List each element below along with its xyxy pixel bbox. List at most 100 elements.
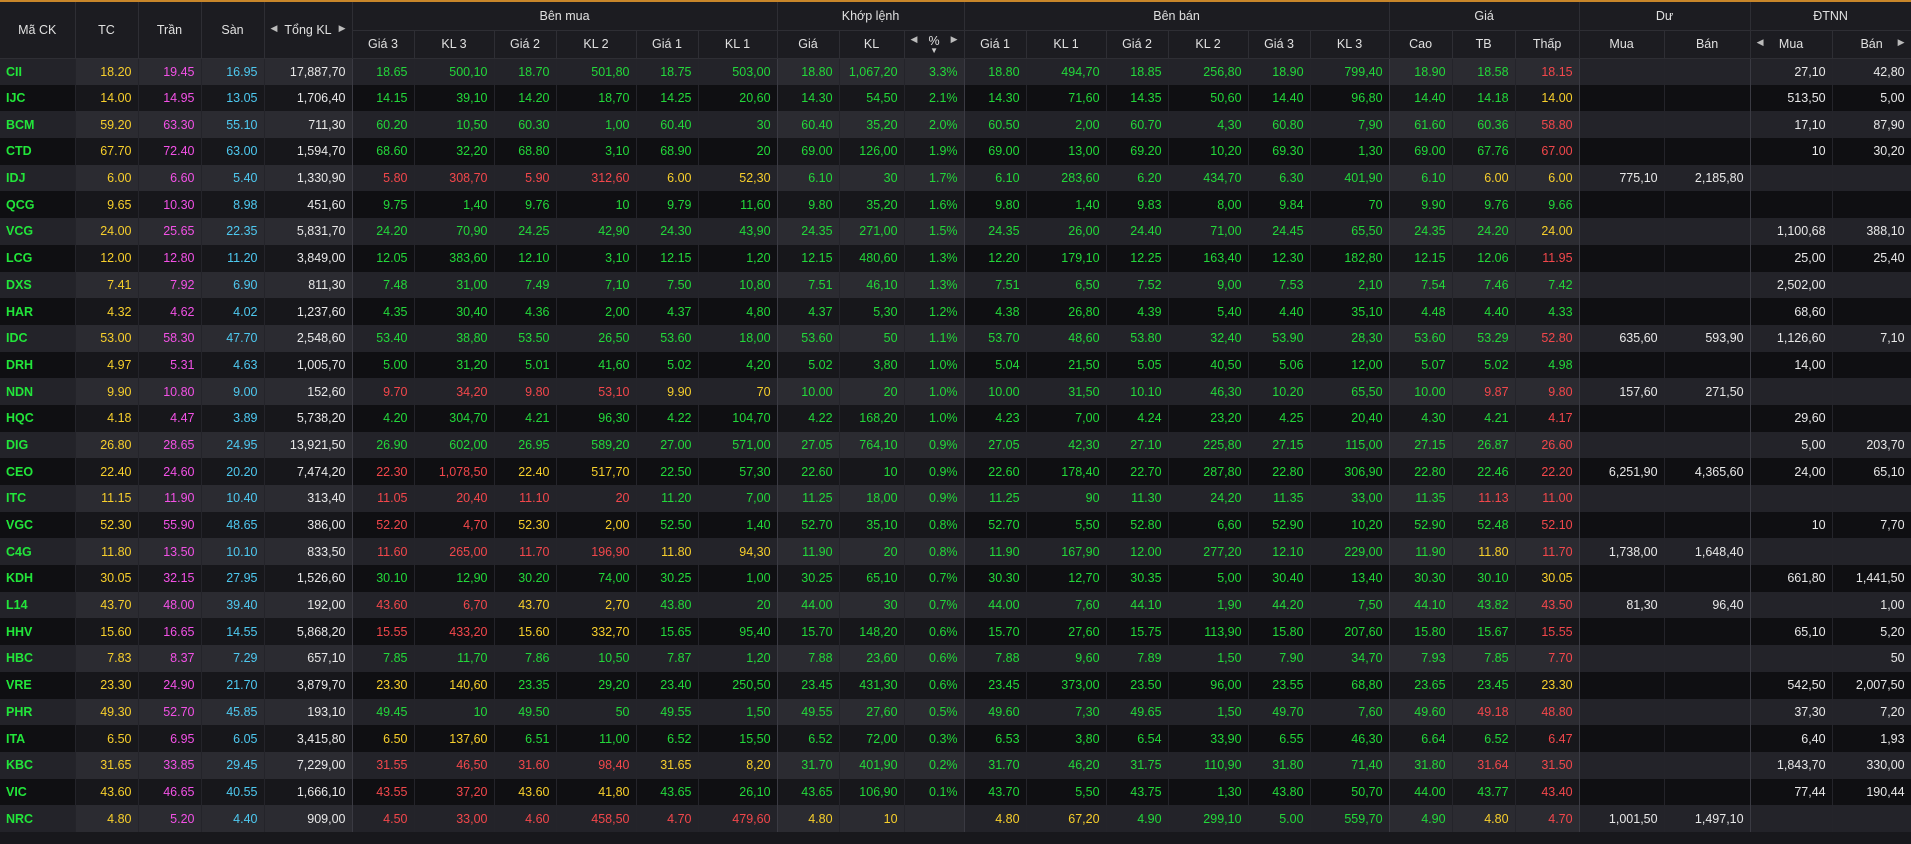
price-cell: 1.6% xyxy=(904,191,965,219)
table-row[interactable]: LCG 12.00 12.80 11.20 3,849,00 12.05 383,60 12.… xyxy=(0,244,1911,272)
price-cell xyxy=(1750,591,1833,619)
table-row[interactable]: VRE 23.30 24.90 21.70 3,879,70 23.30 140,60 23.… xyxy=(0,671,1911,699)
price-cell: 53.60 xyxy=(777,324,840,352)
header-remain-sub[interactable]: Mua xyxy=(1579,30,1665,59)
price-cell: 30,20 xyxy=(1832,138,1911,165)
header-symbol[interactable]: Mã CK xyxy=(0,2,76,59)
table-row[interactable]: C4G 11.80 13.50 10.10 833,50 11.60 265,00 11.70… xyxy=(0,538,1911,566)
header-total-vol[interactable]: ◀ Tổng KL ▶ xyxy=(264,2,353,59)
table-row[interactable]: KDH 30.05 32.15 27.95 1,526,60 30.10 12,90 30.2… xyxy=(0,565,1911,592)
price-cell: 7,60 xyxy=(1026,591,1107,619)
price-cell: 30.25 xyxy=(777,565,840,592)
table-row[interactable]: HHV 15.60 16.65 14.55 5,868,20 15.55 433,20 15.… xyxy=(0,618,1911,646)
table-row[interactable]: CEO 22.40 24.60 20.20 7,474,20 22.30 1,078,50 2… xyxy=(0,458,1911,485)
price-cell: 4.32 xyxy=(75,298,139,325)
price-cell: 10.10 xyxy=(1106,378,1169,405)
header-price-sub[interactable]: TB xyxy=(1452,30,1516,59)
chevron-right-icon[interactable]: ▶ xyxy=(339,23,346,34)
table-row[interactable]: IJC 14.00 14.95 13.05 1,706,40 14.15 39,10 14.2… xyxy=(0,84,1911,112)
header-price-sub[interactable]: Cao xyxy=(1389,30,1453,59)
table-row[interactable]: HQC 4.18 4.47 3.89 5,738,20 4.20 304,70 4.21 96,… xyxy=(0,404,1911,432)
header-bid-sub[interactable]: Giá 2 xyxy=(494,30,557,59)
header-bid-sub[interactable]: KL 3 xyxy=(414,30,495,59)
header-ask-sub[interactable]: KL 1 xyxy=(1026,30,1107,59)
table-row[interactable]: ITC 11.15 11.90 10.40 313,40 11.05 20,40 11.10 2… xyxy=(0,485,1911,512)
chevron-left-icon[interactable]: ◀ xyxy=(271,23,278,34)
price-cell: 26.87 xyxy=(1452,431,1516,459)
table-row[interactable]: HBC 7.83 8.37 7.29 657,10 7.85 11,70 7.86 10,50 7… xyxy=(0,645,1911,672)
header-remain-sub[interactable]: Bán xyxy=(1664,30,1751,59)
table-row[interactable]: VIC 43.60 46.65 40.55 1,666,10 43.55 37,20 43.6… xyxy=(0,778,1911,806)
price-cell: 4.23 xyxy=(964,404,1027,432)
price-cell: 12.25 xyxy=(1106,244,1169,272)
price-cell: 1,50 xyxy=(1168,698,1249,726)
table-row[interactable]: DIG 26.80 28.65 24.95 13,921,50 26.90 602,00 26… xyxy=(0,431,1911,459)
price-cell: 15.60 xyxy=(75,618,139,646)
header-bid-sub[interactable]: KL 1 xyxy=(698,30,778,59)
price-cell xyxy=(1579,778,1665,806)
header-bid-sub[interactable]: Giá 1 xyxy=(636,30,699,59)
chevron-left-icon[interactable]: ◀ xyxy=(911,34,918,45)
table-row[interactable]: VGC 52.30 55.90 48.65 386,00 52.20 4,70 52.30 2,… xyxy=(0,511,1911,539)
header-floor[interactable]: Sàn xyxy=(201,2,265,59)
price-cell: 68.90 xyxy=(636,138,699,165)
chevron-left-icon[interactable]: ◀ xyxy=(1757,37,1764,48)
price-cell: 4,365,60 xyxy=(1664,458,1751,485)
chevron-right-icon[interactable]: ▶ xyxy=(951,34,958,45)
header-match-sub[interactable]: Giá xyxy=(777,30,840,59)
header-ask-sub[interactable]: Giá 3 xyxy=(1248,30,1311,59)
table-row[interactable]: CII 18.20 19.45 16.95 17,887,70 18.65 500,10 18… xyxy=(0,58,1911,85)
header-foreign-group: ĐTNN xyxy=(1750,2,1911,31)
price-cell: 50,70 xyxy=(1310,778,1390,806)
price-cell: 1,001,50 xyxy=(1579,805,1665,832)
table-row[interactable]: L14 43.70 48.00 39.40 192,00 43.60 6,70 43.70 2,… xyxy=(0,591,1911,619)
header-ask-sub[interactable]: Giá 2 xyxy=(1106,30,1169,59)
table-row[interactable]: IDJ 6.00 6.60 5.40 1,330,90 5.80 308,70 5.90 312… xyxy=(0,164,1911,192)
header-foreign-sell[interactable]: Bán ▶ xyxy=(1832,30,1911,59)
header-ask-sub[interactable]: Giá 1 xyxy=(964,30,1027,59)
price-cell: 1,40 xyxy=(698,511,778,539)
price-cell: 1.3% xyxy=(904,271,965,299)
price-cell: 5,20 xyxy=(1832,618,1911,646)
price-cell xyxy=(1664,58,1751,85)
table-row[interactable]: BCM 59.20 63.30 55.10 711,30 60.20 10,50 60.30 1… xyxy=(0,111,1911,139)
table-row[interactable]: KBC 31.65 33.85 29.45 7,229,00 31.55 46,50 31.6… xyxy=(0,751,1911,779)
price-cell: 67.76 xyxy=(1452,138,1516,165)
header-ask-sub[interactable]: KL 3 xyxy=(1310,30,1390,59)
header-ask-sub[interactable]: KL 2 xyxy=(1168,30,1249,59)
header-match-sub[interactable]: KL xyxy=(839,30,905,59)
table-row[interactable]: DXS 7.41 7.92 6.90 811,30 7.48 31,00 7.49 7,10 7.… xyxy=(0,271,1911,299)
price-cell: 22.46 xyxy=(1452,458,1516,485)
price-cell: 27.00 xyxy=(636,431,699,459)
chevron-right-icon[interactable]: ▶ xyxy=(1898,37,1905,48)
header-ceiling[interactable]: Trần xyxy=(138,2,202,59)
price-cell: 30 xyxy=(698,111,778,139)
price-cell: 19.45 xyxy=(138,58,202,85)
table-row[interactable]: ITA 6.50 6.95 6.05 3,415,80 6.50 137,60 6.51 11,… xyxy=(0,725,1911,752)
price-cell: 90 xyxy=(1026,485,1107,512)
price-cell xyxy=(1664,511,1751,539)
table-row[interactable]: HAR 4.32 4.62 4.02 1,237,60 4.35 30,40 4.36 2,00… xyxy=(0,298,1911,325)
price-cell: 50 xyxy=(556,698,637,726)
table-row[interactable]: IDC 53.00 58.30 47.70 2,548,60 53.40 38,80 53.5… xyxy=(0,324,1911,352)
header-bid-sub[interactable]: Giá 3 xyxy=(352,30,415,59)
table-row[interactable]: QCG 9.65 10.30 8.98 451,60 9.75 1,40 9.76 10 9.79… xyxy=(0,191,1911,219)
header-match-percent[interactable]: ◀% ▼ ▶ xyxy=(904,30,965,59)
header-ref[interactable]: TC xyxy=(75,2,139,59)
table-row[interactable]: VCG 24.00 25.65 22.35 5,831,70 24.20 70,90 24.2… xyxy=(0,218,1911,245)
price-cell: 52.30 xyxy=(75,511,139,539)
header-foreign-buy[interactable]: ◀ Mua xyxy=(1750,30,1833,59)
price-cell: 7.83 xyxy=(75,645,139,672)
table-row[interactable]: NDN 9.90 10.80 9.00 152,60 9.70 34,20 9.80 53,10… xyxy=(0,378,1911,405)
price-cell: 10 xyxy=(839,805,905,832)
header-bid-sub[interactable]: KL 2 xyxy=(556,30,637,59)
price-cell: 14.15 xyxy=(352,84,415,112)
table-row[interactable]: NRC 4.80 5.20 4.40 909,00 4.50 33,00 4.60 458,50… xyxy=(0,805,1911,832)
price-cell: 6.52 xyxy=(1452,725,1516,752)
header-price-sub[interactable]: Thấp xyxy=(1515,30,1580,59)
price-cell: 8,20 xyxy=(698,751,778,779)
table-row[interactable]: PHR 49.30 52.70 45.85 193,10 49.45 10 49.50 50 49… xyxy=(0,698,1911,726)
table-row[interactable]: DRH 4.97 5.31 4.63 1,005,70 5.00 31,20 5.01 41,6… xyxy=(0,351,1911,379)
table-row[interactable]: CTD 67.70 72.40 63.00 1,594,70 68.60 32,20 68.8… xyxy=(0,138,1911,165)
price-cell: 1.1% xyxy=(904,324,965,352)
